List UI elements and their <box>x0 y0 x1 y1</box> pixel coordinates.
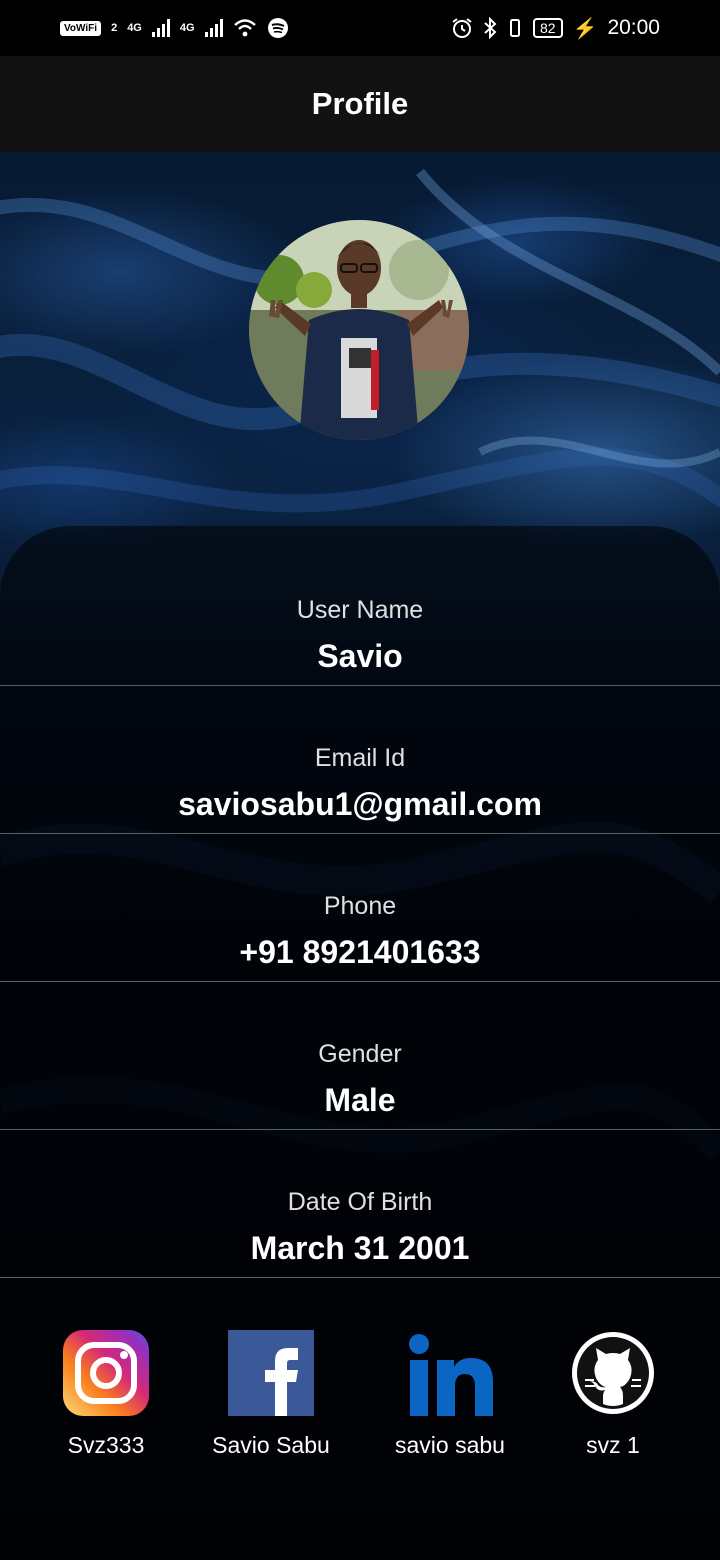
signal-icon-2 <box>204 19 223 37</box>
field-gender: Gender Male <box>0 982 720 1130</box>
social-name: svz 1 <box>586 1432 640 1458</box>
field-value: saviosabu1@gmail.com <box>178 786 542 822</box>
field-value: Savio <box>317 638 403 674</box>
battery-level: 82 <box>532 18 563 38</box>
social-links: Svz333 Savio Sabu savio sabu svz 1 <box>0 1330 720 1470</box>
field-phone: Phone +91 8921401633 <box>0 834 720 982</box>
social-linkedin[interactable]: savio sabu <box>360 1330 540 1459</box>
field-email: Email Id saviosabu1@gmail.com <box>0 686 720 834</box>
status-bar-right: 82 ⚡ 20:00 <box>451 16 660 41</box>
field-value: March 31 2001 <box>250 1230 470 1266</box>
field-label: Phone <box>323 892 397 920</box>
sim-index: 2 <box>111 22 118 34</box>
field-value: +91 8921401633 <box>239 934 481 970</box>
status-bar: VoWiFi 2 4G 4G 82 ⚡ 20:00 <box>0 0 720 56</box>
field-date-of-birth: Date Of Birth March 31 2001 <box>0 1130 720 1278</box>
social-name: Svz333 <box>67 1432 145 1458</box>
social-facebook[interactable]: Savio Sabu <box>181 1330 361 1459</box>
social-instagram[interactable]: Svz333 <box>16 1330 196 1459</box>
vibrate-icon <box>509 19 520 37</box>
alarm-icon <box>452 18 472 38</box>
profile-photo <box>249 220 469 440</box>
field-label: Date Of Birth <box>287 1188 433 1216</box>
signal-icon <box>151 19 170 37</box>
app-bar: Profile <box>0 56 720 152</box>
vowifi-badge: VoWiFi <box>60 20 102 36</box>
wifi-icon <box>233 19 256 37</box>
network-type-1: 4G <box>127 22 142 34</box>
field-value: Male <box>324 1082 396 1118</box>
bluetooth-icon <box>484 17 497 39</box>
facebook-icon[interactable] <box>228 1330 314 1416</box>
field-label: Gender <box>318 1040 402 1068</box>
clock: 20:00 <box>607 16 660 39</box>
github-icon[interactable] <box>570 1330 656 1416</box>
status-bar-left: VoWiFi 2 4G 4G <box>60 17 289 39</box>
social-name: savio sabu <box>395 1432 505 1458</box>
avatar[interactable] <box>249 220 469 440</box>
instagram-icon[interactable] <box>63 1330 149 1416</box>
charging-icon: ⚡ <box>572 17 598 40</box>
field-label: User Name <box>296 596 424 624</box>
page-title: Profile <box>311 86 409 121</box>
field-user-name: User Name Savio <box>0 538 720 686</box>
field-label: Email Id <box>314 744 406 772</box>
social-github[interactable]: svz 1 <box>523 1330 703 1459</box>
linkedin-icon[interactable] <box>407 1330 493 1416</box>
network-type-2: 4G <box>179 22 195 34</box>
spotify-icon <box>267 18 288 38</box>
social-name: Savio Sabu <box>212 1432 330 1458</box>
